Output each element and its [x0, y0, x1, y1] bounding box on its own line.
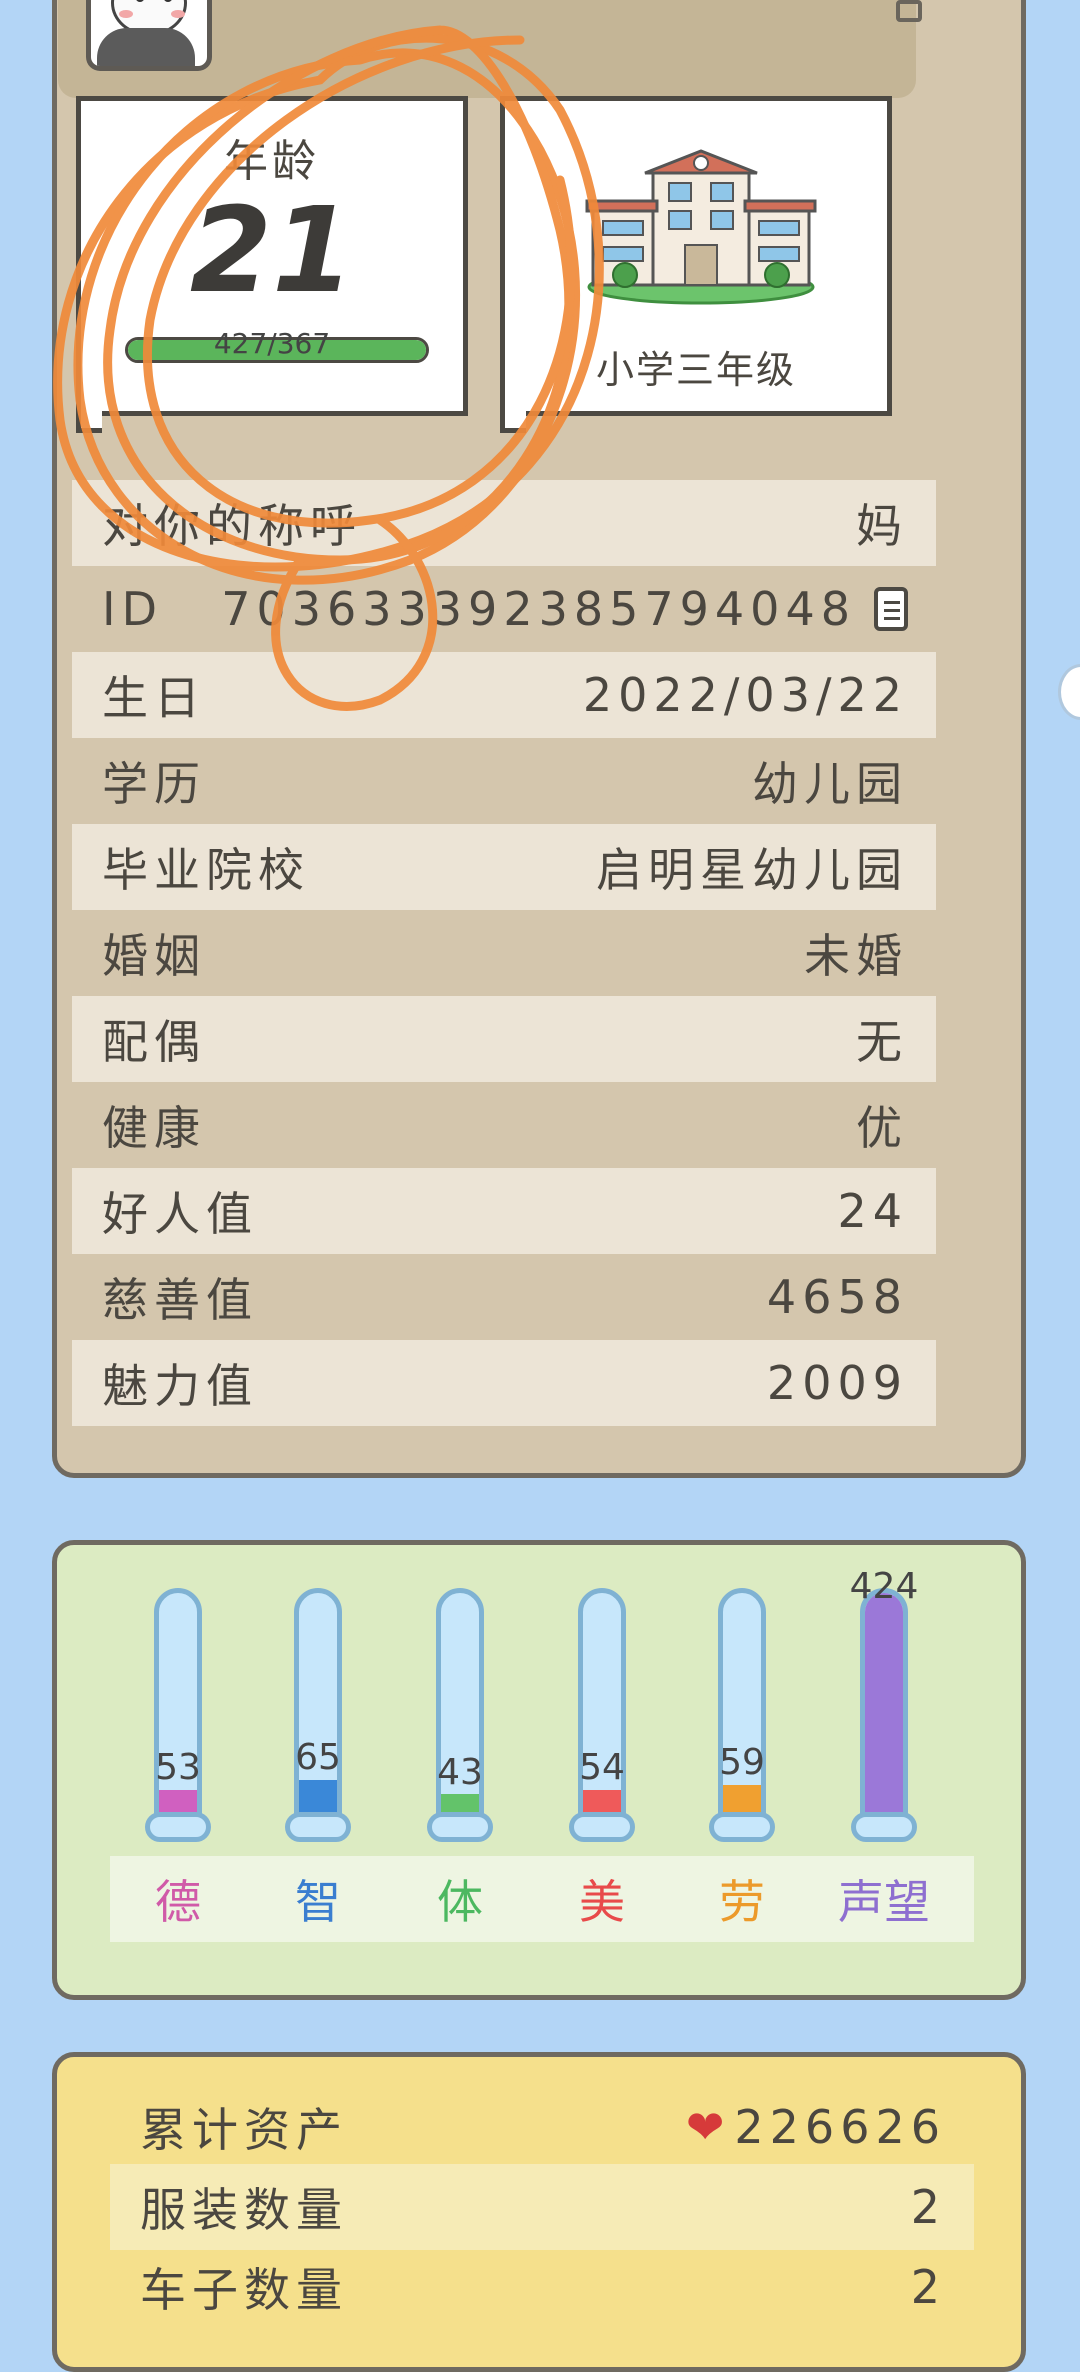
school-grade: 小学三年级 — [595, 348, 796, 392]
row-spouse: 配偶 无 — [72, 996, 936, 1082]
row-cars: 车子数量 2 — [110, 2244, 974, 2330]
age-label: 年龄 — [224, 136, 320, 187]
row-clothes: 服装数量 2 — [110, 2164, 974, 2250]
row-value: 幼儿园 — [752, 757, 908, 811]
stat-value: 53 — [155, 1747, 201, 1788]
copy-icon[interactable] — [874, 587, 908, 631]
row-goodness: 好人值 24 — [72, 1168, 936, 1254]
stat-tube — [154, 1588, 202, 1832]
row-school: 毕业院校 启明星幼儿园 — [72, 824, 936, 910]
id-value: 703633392385794048 — [221, 582, 856, 636]
row-label: 累计资产 — [140, 2103, 348, 2157]
floating-handle[interactable] — [1058, 664, 1080, 720]
row-charm: 魅力值 2009 — [72, 1340, 936, 1426]
row-label: ID — [102, 582, 163, 636]
heart-icon: ❤ — [685, 2100, 731, 2154]
row-label: 婚姻 — [102, 929, 206, 983]
stat-label: 体 — [437, 1875, 483, 1929]
row-value: 226626 — [734, 2100, 946, 2154]
row-birthday: 生日 2022/03/22 — [72, 652, 936, 738]
stat-tube-base — [145, 1812, 211, 1842]
row-value: 2 — [910, 2180, 946, 2234]
row-value: 启明星幼儿园 — [596, 843, 908, 897]
row-label: 生日 — [102, 671, 206, 725]
row-health: 健康 优 — [72, 1082, 936, 1168]
row-value: 无 — [856, 1015, 908, 1069]
row-value: 优 — [856, 1101, 908, 1155]
row-id: ID 703633392385794048 — [72, 566, 936, 652]
row-value: 2022/03/22 — [582, 668, 908, 722]
row-label: 学历 — [102, 757, 206, 811]
stat-tube-fill — [865, 1593, 903, 1827]
stat-label: 劳 — [719, 1875, 765, 1929]
age-value: 21 — [189, 181, 355, 319]
stat-tube — [718, 1588, 766, 1832]
row-label: 车子数量 — [140, 2263, 348, 2317]
stat-value: 43 — [437, 1752, 483, 1793]
stat-value: 65 — [295, 1737, 341, 1778]
avatar[interactable] — [86, 0, 212, 71]
row-nickname: 对你的称呼 妈 — [72, 480, 936, 566]
stat-tube-base — [709, 1812, 775, 1842]
stat-value: 54 — [579, 1747, 625, 1788]
stat-tube — [860, 1588, 908, 1832]
row-label: 好人值 — [102, 1187, 258, 1241]
age-tile: 年龄 21 427/367 — [76, 96, 468, 433]
row-value: 未婚 — [804, 929, 908, 983]
stat-tube-base — [285, 1812, 351, 1842]
stat-tube — [294, 1588, 342, 1832]
row-label: 慈善值 — [102, 1273, 258, 1327]
row-charity: 慈善值 4658 — [72, 1254, 936, 1340]
row-marriage: 婚姻 未婚 — [72, 910, 936, 996]
stat-label: 德 — [155, 1875, 201, 1929]
age-exp: 427/367 — [213, 327, 331, 360]
stat-label: 声望 — [838, 1875, 930, 1929]
stat-label: 美 — [579, 1875, 625, 1929]
row-value: 2 — [910, 2260, 946, 2314]
row-education: 学历 幼儿园 — [72, 738, 936, 824]
row-label: 健康 — [102, 1101, 206, 1155]
row-label: 对你的称呼 — [102, 499, 362, 553]
school-building-icon — [585, 149, 817, 305]
stat-tube — [436, 1588, 484, 1832]
row-value: 4658 — [766, 1270, 908, 1324]
stat-tube-base — [569, 1812, 635, 1842]
row-value: 2009 — [766, 1356, 908, 1410]
row-value: 24 — [837, 1184, 908, 1238]
row-value: 妈 — [856, 499, 908, 553]
stat-tube-base — [851, 1812, 917, 1842]
edit-icon[interactable] — [896, 0, 922, 22]
row-label: 服装数量 — [140, 2183, 348, 2237]
stat-value: 424 — [849, 1566, 919, 1607]
school-tile[interactable]: 小学三年级 — [500, 96, 892, 433]
stat-label: 智 — [295, 1875, 341, 1929]
stat-tube-base — [427, 1812, 493, 1842]
stat-tube — [578, 1588, 626, 1832]
stat-value: 59 — [719, 1742, 765, 1783]
row-label: 魅力值 — [102, 1359, 258, 1413]
row-label: 配偶 — [102, 1015, 206, 1069]
row-label: 毕业院校 — [102, 843, 310, 897]
row-total-assets: 累计资产 ❤226626 — [110, 2084, 974, 2170]
